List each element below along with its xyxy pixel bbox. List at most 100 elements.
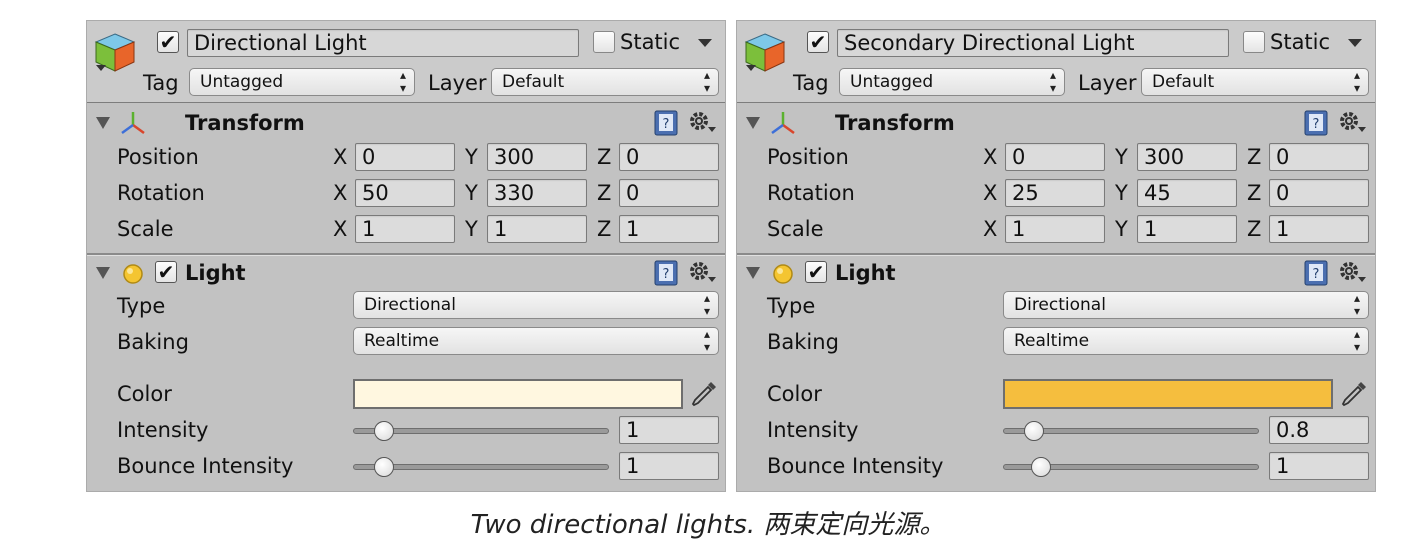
light-title: Light xyxy=(835,261,896,285)
object-name-field[interactable]: Secondary Directional Light xyxy=(837,29,1229,57)
position-label: Position xyxy=(767,145,849,169)
scale-x-field[interactable]: 1 xyxy=(1005,215,1105,243)
gear-icon[interactable] xyxy=(687,259,717,287)
intensity-label: Intensity xyxy=(767,418,859,442)
baking-label: Baking xyxy=(767,330,839,354)
bounce-intensity-field[interactable]: 1 xyxy=(1269,452,1369,480)
light-enabled-checkbox[interactable]: ✔ xyxy=(805,261,827,283)
position-y-axis-label: Y xyxy=(465,145,478,169)
rotation-z-field[interactable]: 0 xyxy=(619,179,719,207)
help-book-icon[interactable]: ? xyxy=(1303,259,1329,287)
svg-text:?: ? xyxy=(1313,267,1320,282)
rotation-x-field[interactable]: 25 xyxy=(1005,179,1105,207)
position-y-field[interactable]: 300 xyxy=(1137,143,1237,171)
intensity-slider-thumb[interactable] xyxy=(1023,421,1044,441)
rotation-z-field[interactable]: 0 xyxy=(1269,179,1369,207)
help-book-icon[interactable]: ? xyxy=(653,259,679,287)
transform-title: Transform xyxy=(185,111,305,135)
position-x-field[interactable]: 0 xyxy=(1005,143,1105,171)
bounce-intensity-slider-thumb[interactable] xyxy=(373,457,394,477)
position-z-field[interactable]: 0 xyxy=(1269,143,1369,171)
scale-z-field[interactable]: 1 xyxy=(619,215,719,243)
scale-y-axis-label: Y xyxy=(465,217,478,241)
inspector-panel-left: ✔ Directional Light Static Tag Untagged ▴… xyxy=(86,20,726,492)
rotation-x-field[interactable]: 50 xyxy=(355,179,455,207)
transform-foldout-triangle-icon[interactable] xyxy=(745,116,761,130)
light-foldout-triangle-icon[interactable] xyxy=(745,266,761,280)
type-dropdown[interactable]: Directional ▴ ▾ xyxy=(353,291,719,319)
rotation-y-field[interactable]: 45 xyxy=(1137,179,1237,207)
tag-dropdown[interactable]: Untagged ▴ ▾ xyxy=(839,68,1065,96)
eyedropper-icon[interactable] xyxy=(1339,379,1369,409)
light-bulb-icon xyxy=(121,262,145,286)
layer-label: Layer xyxy=(1078,71,1137,95)
baking-dropdown[interactable]: Realtime ▴ ▾ xyxy=(1003,327,1369,355)
scale-x-field[interactable]: 1 xyxy=(355,215,455,243)
static-dropdown-arrow-icon[interactable] xyxy=(1347,37,1363,49)
active-checkbox[interactable]: ✔ xyxy=(807,31,829,53)
scale-y-axis-label: Y xyxy=(1115,217,1128,241)
scale-z-field[interactable]: 1 xyxy=(1269,215,1369,243)
rotation-z-axis-label: Z xyxy=(1247,181,1262,205)
rotation-y-axis-label: Y xyxy=(1115,181,1128,205)
baking-dropdown[interactable]: Realtime ▴ ▾ xyxy=(353,327,719,355)
transform-axes-icon xyxy=(769,109,797,137)
position-x-axis-label: X xyxy=(983,145,998,169)
scale-y-field[interactable]: 1 xyxy=(1137,215,1237,243)
gear-icon[interactable] xyxy=(1337,259,1367,287)
intensity-label: Intensity xyxy=(117,418,209,442)
scale-z-axis-label: Z xyxy=(597,217,612,241)
color-swatch[interactable] xyxy=(1003,379,1333,409)
rotation-y-field[interactable]: 330 xyxy=(487,179,587,207)
inspector-panel-right: ✔ Secondary Directional Light Static Tag… xyxy=(736,20,1376,492)
figure-caption: Two directional lights. 两束定向光源。 xyxy=(470,510,946,540)
color-label: Color xyxy=(117,382,172,406)
intensity-field[interactable]: 1 xyxy=(619,416,719,444)
position-z-axis-label: Z xyxy=(597,145,612,169)
layer-dropdown[interactable]: Default ▴ ▾ xyxy=(1141,68,1369,96)
color-label: Color xyxy=(767,382,822,406)
light-title: Light xyxy=(185,261,246,285)
static-checkbox[interactable] xyxy=(593,31,615,53)
type-label: Type xyxy=(767,294,816,318)
rotation-label: Rotation xyxy=(767,181,855,205)
type-label: Type xyxy=(117,294,166,318)
intensity-field[interactable]: 0.8 xyxy=(1269,416,1369,444)
active-checkbox[interactable]: ✔ xyxy=(157,31,179,53)
position-z-field[interactable]: 0 xyxy=(619,143,719,171)
position-x-axis-label: X xyxy=(333,145,348,169)
position-y-field[interactable]: 300 xyxy=(487,143,587,171)
intensity-slider-thumb[interactable] xyxy=(373,421,394,441)
tag-label: Tag xyxy=(793,71,829,95)
object-name-field[interactable]: Directional Light xyxy=(187,29,579,57)
static-label: Static xyxy=(620,30,681,54)
help-book-icon[interactable]: ? xyxy=(1303,109,1329,137)
scale-y-field[interactable]: 1 xyxy=(487,215,587,243)
type-dropdown[interactable]: Directional ▴ ▾ xyxy=(1003,291,1369,319)
gear-icon[interactable] xyxy=(1337,109,1367,137)
help-book-icon[interactable]: ? xyxy=(653,109,679,137)
light-foldout-triangle-icon[interactable] xyxy=(95,266,111,280)
scale-label: Scale xyxy=(767,217,824,241)
eyedropper-icon[interactable] xyxy=(689,379,719,409)
light-enabled-checkbox[interactable]: ✔ xyxy=(155,261,177,283)
rotation-y-axis-label: Y xyxy=(465,181,478,205)
bounce-intensity-slider-thumb[interactable] xyxy=(1031,457,1052,477)
position-y-axis-label: Y xyxy=(1115,145,1128,169)
gameobject-cube-icon xyxy=(93,31,137,75)
static-checkbox[interactable] xyxy=(1243,31,1265,53)
tag-dropdown[interactable]: Untagged ▴ ▾ xyxy=(189,68,415,96)
light-bulb-icon xyxy=(771,262,795,286)
svg-text:?: ? xyxy=(1313,117,1320,132)
color-swatch[interactable] xyxy=(353,379,683,409)
position-x-field[interactable]: 0 xyxy=(355,143,455,171)
scale-label: Scale xyxy=(117,217,174,241)
layer-dropdown[interactable]: Default ▴ ▾ xyxy=(491,68,719,96)
bounce-intensity-field[interactable]: 1 xyxy=(619,452,719,480)
static-dropdown-arrow-icon[interactable] xyxy=(697,37,713,49)
baking-label: Baking xyxy=(117,330,189,354)
transform-foldout-triangle-icon[interactable] xyxy=(95,116,111,130)
bounce-intensity-label: Bounce Intensity xyxy=(117,454,294,478)
gear-icon[interactable] xyxy=(687,109,717,137)
position-z-axis-label: Z xyxy=(1247,145,1262,169)
